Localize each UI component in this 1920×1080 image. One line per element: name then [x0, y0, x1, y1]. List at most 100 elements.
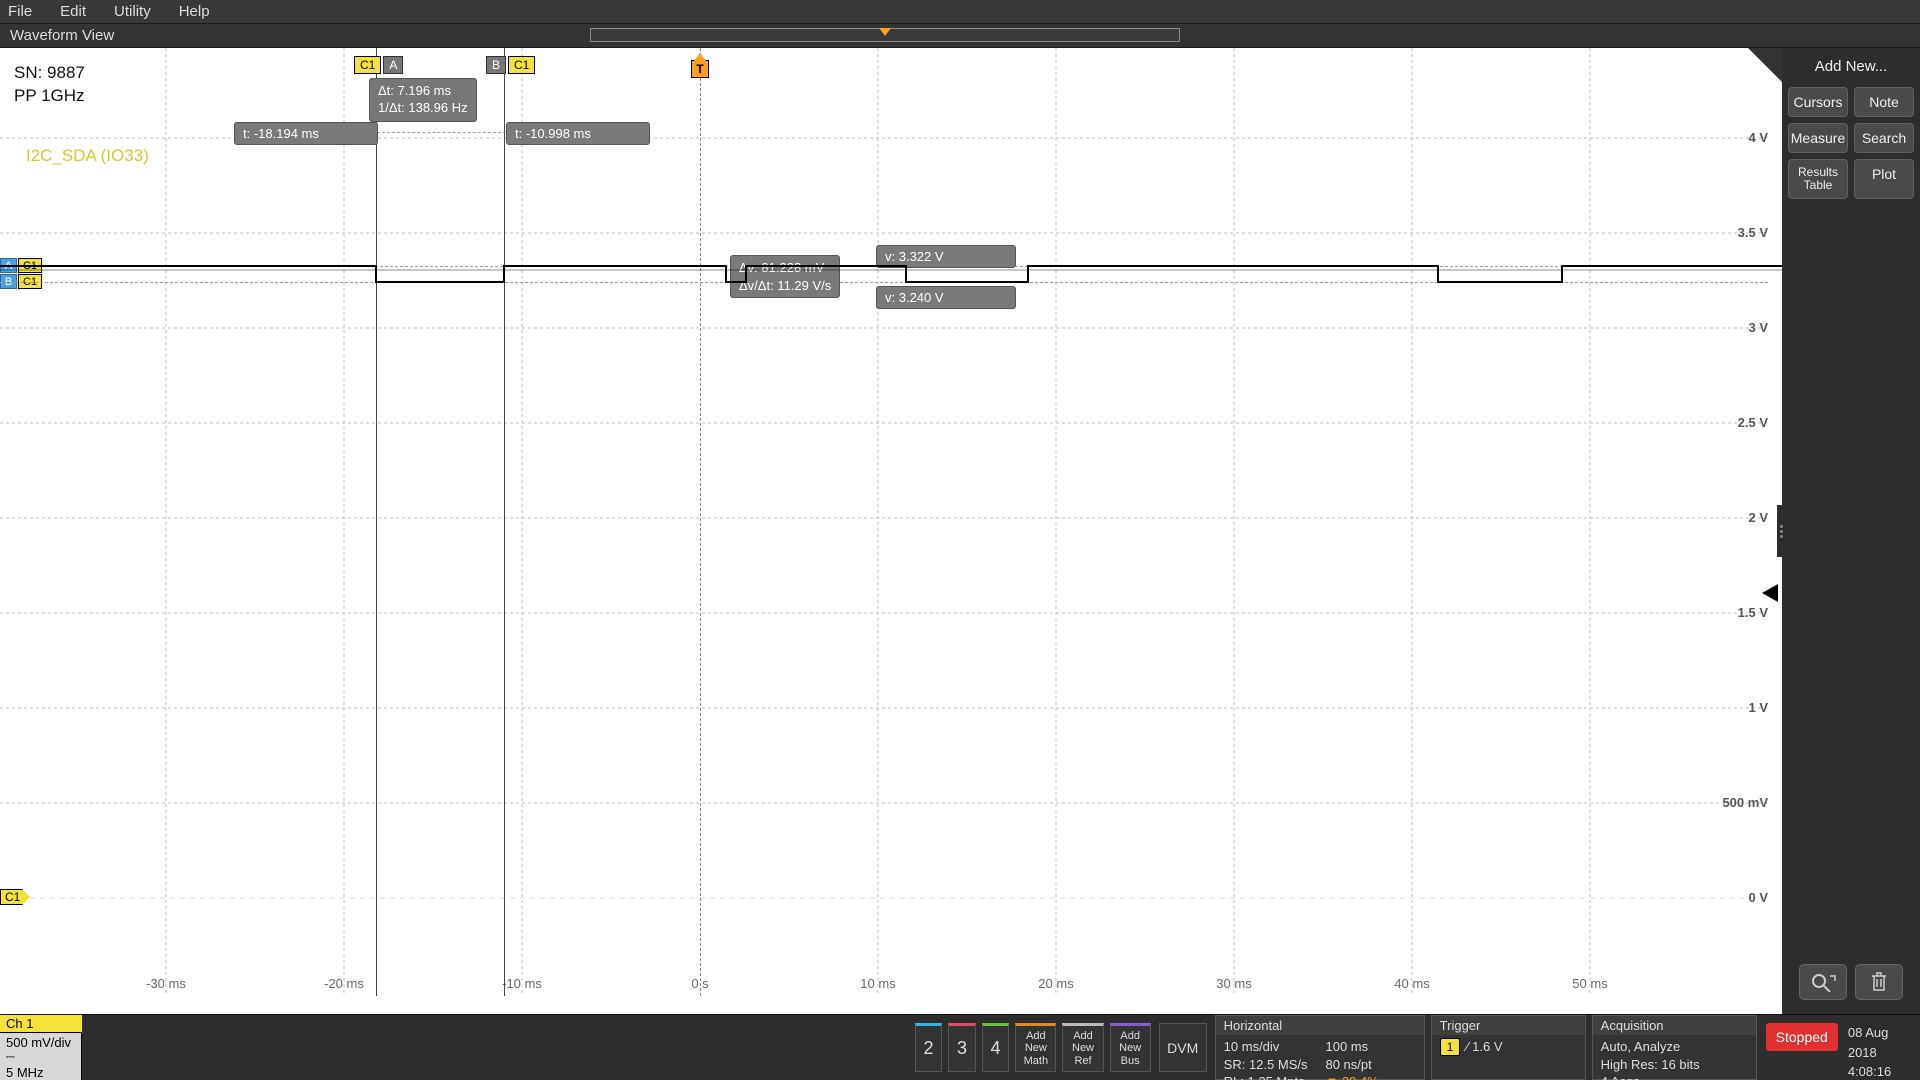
channel-1-badge[interactable]: Ch 1 500 mV/div ⎓ 5 MHz: [0, 1015, 82, 1080]
add-ref-button[interactable]: Add New Ref: [1062, 1023, 1103, 1072]
horiz-pt: 80 ns/pt: [1325, 1056, 1378, 1074]
y-tick: 4 V: [1748, 130, 1768, 145]
cursor-a-badge[interactable]: C1 A: [354, 56, 403, 74]
delta-t: Δt: 7.196 ms: [378, 83, 468, 100]
svg-text:-20 ms: -20 ms: [324, 976, 364, 991]
voltage-cursor-b-line[interactable]: [0, 282, 1768, 283]
graticule: -30 ms -20 ms -10 ms 0 s 10 ms 20 ms 30 …: [0, 48, 1782, 1014]
bottom-bar: Ch 1 500 mV/div ⎓ 5 MHz 2 3 4 Add New Ma…: [0, 1014, 1920, 1080]
svg-text:20 ms: 20 ms: [1038, 976, 1074, 991]
y-tick: 1.5 V: [1738, 605, 1768, 620]
probe-bandwidth: PP 1GHz: [14, 85, 85, 108]
right-panel: Add New... Cursors Note Measure Search R…: [1782, 48, 1920, 1014]
svg-text:50 ms: 50 ms: [1572, 976, 1608, 991]
horiz-sr: SR: 12.5 MS/s: [1224, 1056, 1308, 1074]
cursor-a-line[interactable]: [376, 48, 377, 996]
cursor-a-time-label[interactable]: t: -18.194 ms: [234, 122, 378, 145]
cursor-b-voltage-label[interactable]: v: 3.240 V: [876, 286, 1016, 309]
y-tick: 2.5 V: [1738, 415, 1768, 430]
svg-text:40 ms: 40 ms: [1394, 976, 1430, 991]
waveform-area[interactable]: -30 ms -20 ms -10 ms 0 s 10 ms 20 ms 30 …: [0, 48, 1782, 1014]
waveform-title: Waveform View: [0, 27, 124, 44]
menu-bar: File Edit Utility Help: [0, 0, 1920, 24]
date-label: 08 Aug 2018: [1848, 1023, 1910, 1062]
trigger-time-marker[interactable]: T: [691, 60, 709, 78]
search-button[interactable]: Search: [1854, 123, 1914, 153]
run-state-button[interactable]: Stopped: [1766, 1023, 1838, 1051]
cursor-a-channel: C1: [354, 56, 381, 74]
cursor-delta-voltage-box[interactable]: Δv: 81.228 mV Δv/Δt: 11.29 V/s: [730, 255, 840, 298]
channel-1-header: Ch 1: [0, 1015, 82, 1033]
y-tick: 3 V: [1748, 320, 1768, 335]
time-label: 4:08:16 AM: [1848, 1062, 1910, 1080]
y-tick: 3.5 V: [1738, 225, 1768, 240]
signal-label[interactable]: I2C_SDA (IO33): [26, 146, 149, 166]
horiz-scale: 10 ms/div: [1224, 1038, 1308, 1056]
delete-button[interactable]: [1855, 964, 1903, 1000]
center-time-line: [700, 48, 701, 996]
add-math-button[interactable]: Add New Math: [1015, 1023, 1056, 1072]
cursor-b-badge[interactable]: B C1: [486, 56, 535, 74]
serial-number: SN: 9887: [14, 62, 85, 85]
menu-edit[interactable]: Edit: [60, 3, 86, 20]
cursor-b-letter: B: [486, 56, 506, 74]
cursor-delta-time-box[interactable]: Δt: 7.196 ms 1/Δt: 138.96 Hz: [369, 78, 477, 122]
dvm-button[interactable]: DVM: [1159, 1023, 1207, 1072]
splitter-handle[interactable]: [1777, 505, 1785, 557]
cursors-button[interactable]: Cursors: [1788, 87, 1848, 117]
cursor-b-time-label[interactable]: t: -10.998 ms: [506, 122, 650, 145]
delta-v: Δv: 81.228 mV: [739, 259, 831, 277]
channel-ground-badge[interactable]: C1: [0, 889, 23, 905]
horizontal-header: Horizontal: [1216, 1016, 1424, 1035]
horiz-rl: RL: 1.25 Mpts: [1224, 1073, 1308, 1080]
acquisition-header: Acquisition: [1593, 1016, 1756, 1035]
content-row: -30 ms -20 ms -10 ms 0 s 10 ms 20 ms 30 …: [0, 48, 1920, 1014]
overview-trigger-icon: [879, 28, 891, 36]
trigger-header: Trigger: [1432, 1016, 1585, 1035]
measure-button[interactable]: Measure: [1788, 123, 1848, 153]
cursor-b-line[interactable]: [504, 48, 505, 996]
channel-4-button[interactable]: 4: [982, 1023, 1010, 1072]
add-new-label[interactable]: Add New...: [1788, 54, 1914, 81]
y-tick: 1 V: [1748, 700, 1768, 715]
trigger-panel[interactable]: Trigger 1⁄ 1.6 V: [1431, 1015, 1586, 1080]
device-info: SN: 9887 PP 1GHz: [14, 62, 85, 108]
acq-res: High Res: 16 bits: [1601, 1056, 1700, 1074]
plot-button[interactable]: Plot: [1854, 159, 1914, 199]
channel-2-button[interactable]: 2: [915, 1023, 943, 1072]
horiz-pos: ▼ 39.4%: [1325, 1073, 1378, 1080]
overview-scrollbar[interactable]: [590, 28, 1180, 42]
svg-text:10 ms: 10 ms: [860, 976, 896, 991]
horiz-dur: 100 ms: [1325, 1038, 1378, 1056]
inv-delta-t: 1/Δt: 138.96 Hz: [378, 100, 468, 117]
cursor-a-voltage-label[interactable]: v: 3.322 V: [876, 245, 1016, 268]
acq-mode: Auto, Analyze: [1601, 1038, 1700, 1056]
svg-text:-10 ms: -10 ms: [502, 976, 542, 991]
trigger-source: 1⁄ 1.6 V: [1440, 1038, 1503, 1056]
y-tick: 0 V: [1748, 890, 1768, 905]
y-tick: 2 V: [1748, 510, 1768, 525]
svg-text:30 ms: 30 ms: [1216, 976, 1252, 991]
zoom-button[interactable]: [1799, 964, 1847, 1000]
channel-1-body: 500 mV/div ⎓ 5 MHz: [0, 1033, 82, 1080]
dv-dt: Δv/Δt: 11.29 V/s: [739, 277, 831, 295]
acq-count: 4 Acqs: [1601, 1073, 1700, 1080]
trigger-level-marker[interactable]: [1762, 584, 1778, 602]
note-button[interactable]: Note: [1854, 87, 1914, 117]
menu-utility[interactable]: Utility: [114, 3, 151, 20]
y-tick: 500 mV: [1722, 795, 1768, 810]
channel-3-button[interactable]: 3: [948, 1023, 976, 1072]
menu-file[interactable]: File: [8, 3, 32, 20]
horizontal-panel[interactable]: Horizontal 10 ms/div SR: 12.5 MS/s RL: 1…: [1215, 1015, 1425, 1080]
add-bus-button[interactable]: Add New Bus: [1110, 1023, 1151, 1072]
cursor-a-letter: A: [383, 56, 403, 74]
datetime: 08 Aug 2018 4:08:16 AM: [1844, 1015, 1920, 1080]
menu-help[interactable]: Help: [179, 3, 210, 20]
channel-1-bw: 5 MHz: [6, 1065, 75, 1080]
cursor-b-channel: C1: [508, 56, 535, 74]
trash-icon: [1869, 971, 1889, 993]
acquisition-panel[interactable]: Acquisition Auto, Analyze High Res: 16 b…: [1592, 1015, 1757, 1080]
channel-1-scale: 500 mV/div: [6, 1035, 75, 1051]
results-table-button[interactable]: Results Table: [1788, 159, 1848, 199]
zoom-icon: [1810, 972, 1836, 992]
